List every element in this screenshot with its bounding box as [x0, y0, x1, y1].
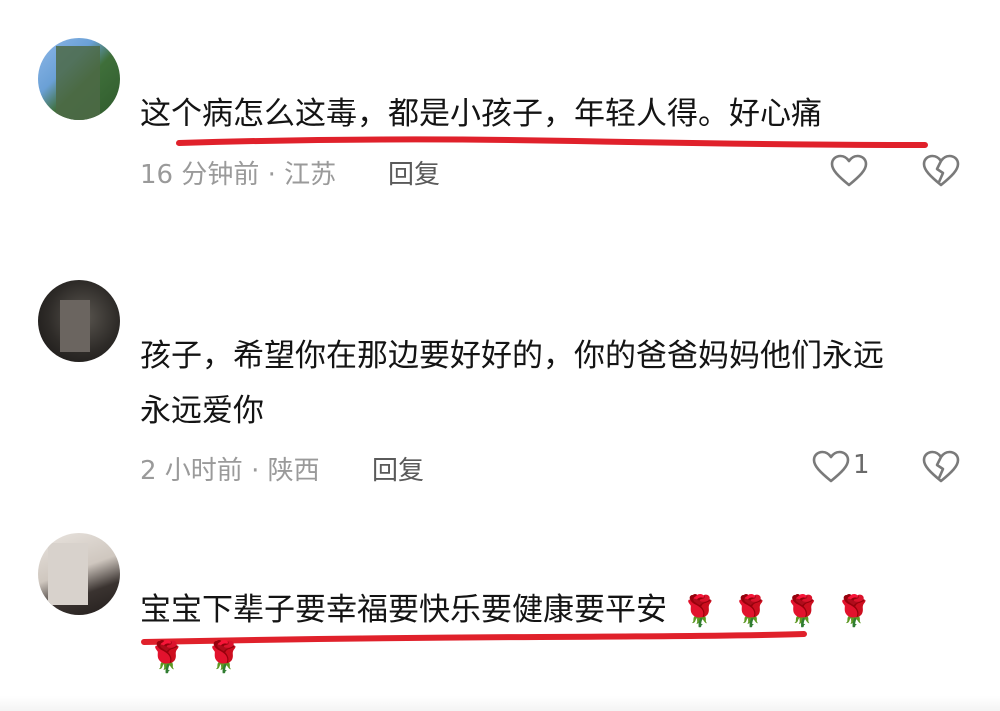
comment-text: 孩子，希望你在那边要好好的，你的爸爸妈妈他们永远 [140, 338, 884, 374]
highlight-underline [176, 136, 928, 148]
comment-time-location: 16 分钟前 · 江苏 [140, 160, 337, 190]
rose-emoji-row: 🌹 🌹 [148, 640, 263, 675]
broken-heart-icon[interactable] [922, 154, 960, 188]
reply-button[interactable]: 回复 [388, 154, 440, 191]
like-count: 1 [853, 450, 870, 480]
rose-icon: 🌹 [148, 640, 186, 675]
watermark-strip [0, 696, 1000, 711]
avatar[interactable] [38, 533, 120, 615]
broken-heart-icon[interactable] [922, 450, 960, 484]
heart-outline-icon[interactable] [812, 450, 850, 484]
reply-button[interactable]: 回复 [372, 450, 424, 487]
comment-time-location: 2 小时前 · 陕西 [140, 456, 320, 486]
rose-icon: 🌹 [835, 593, 873, 629]
comment-text-continued: 永远爱你 [140, 393, 264, 429]
comment-text-content: 宝宝下辈子要幸福要快乐要健康要平安 [140, 592, 667, 628]
avatar[interactable] [38, 38, 120, 120]
heart-outline-icon[interactable] [830, 154, 868, 188]
avatar[interactable] [38, 280, 120, 362]
rose-icon: 🌹 [205, 640, 243, 675]
